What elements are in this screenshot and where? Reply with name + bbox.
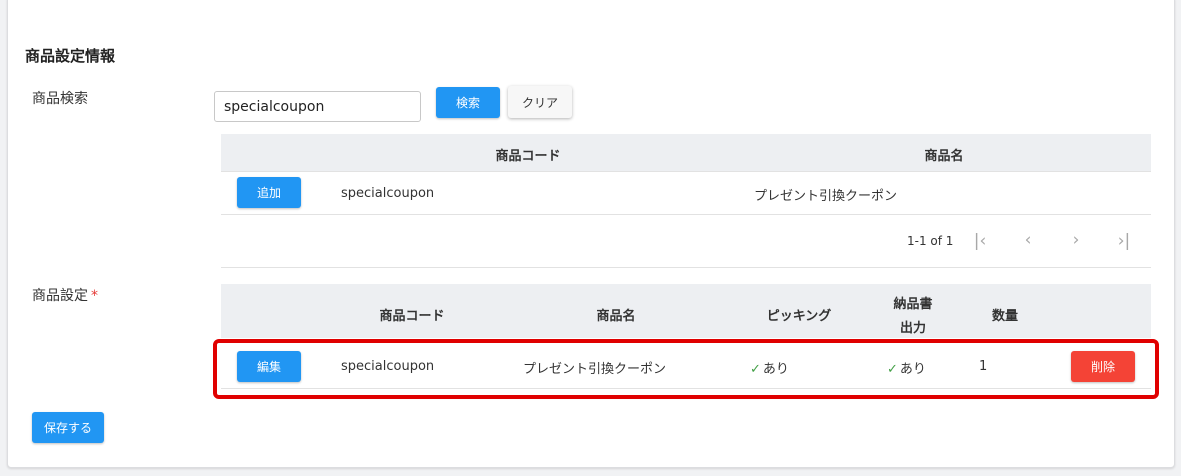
- search-button[interactable]: 検索: [436, 87, 500, 118]
- add-button[interactable]: 追加: [237, 177, 301, 208]
- save-button[interactable]: 保存する: [32, 412, 104, 443]
- divider: [221, 171, 1151, 172]
- pagination-range: 1-1 of 1: [907, 234, 954, 248]
- required-mark: *: [91, 288, 98, 304]
- search-results-header: 商品コード 商品名: [221, 134, 1151, 172]
- column-header-name: 商品名: [924, 149, 964, 164]
- highlight-box: [213, 339, 1159, 399]
- divider: [221, 214, 1151, 215]
- column-header-invoice: 納品書: [893, 297, 933, 312]
- column-header-code: 商品コード: [495, 149, 561, 164]
- last-page-icon[interactable]: ›|: [1114, 231, 1134, 251]
- column-header-code: 商品コード: [379, 309, 445, 324]
- column-header-picking: ピッキング: [766, 309, 832, 324]
- product-settings-label-text: 商品設定: [32, 288, 88, 304]
- product-search-input[interactable]: [214, 91, 421, 122]
- first-page-icon[interactable]: |‹: [970, 231, 990, 251]
- chevron-left-icon[interactable]: ‹: [1018, 230, 1038, 250]
- column-header-quantity: 数量: [991, 309, 1019, 324]
- clear-button[interactable]: クリア: [508, 86, 572, 118]
- result-name: プレゼント引換クーポン: [754, 189, 898, 204]
- column-header-invoice-line2: 出力: [899, 321, 927, 336]
- product-settings-header: 商品コード 商品名 ピッキング 納品書 出力 数量: [221, 284, 1151, 338]
- product-search-label: 商品検索: [32, 91, 88, 107]
- column-header-name: 商品名: [596, 309, 636, 324]
- chevron-right-icon[interactable]: ›: [1066, 230, 1086, 250]
- section-title: 商品設定情報: [25, 47, 116, 65]
- divider: [221, 267, 1151, 268]
- product-settings-label: 商品設定 *: [32, 285, 98, 305]
- result-code: specialcoupon: [341, 186, 435, 201]
